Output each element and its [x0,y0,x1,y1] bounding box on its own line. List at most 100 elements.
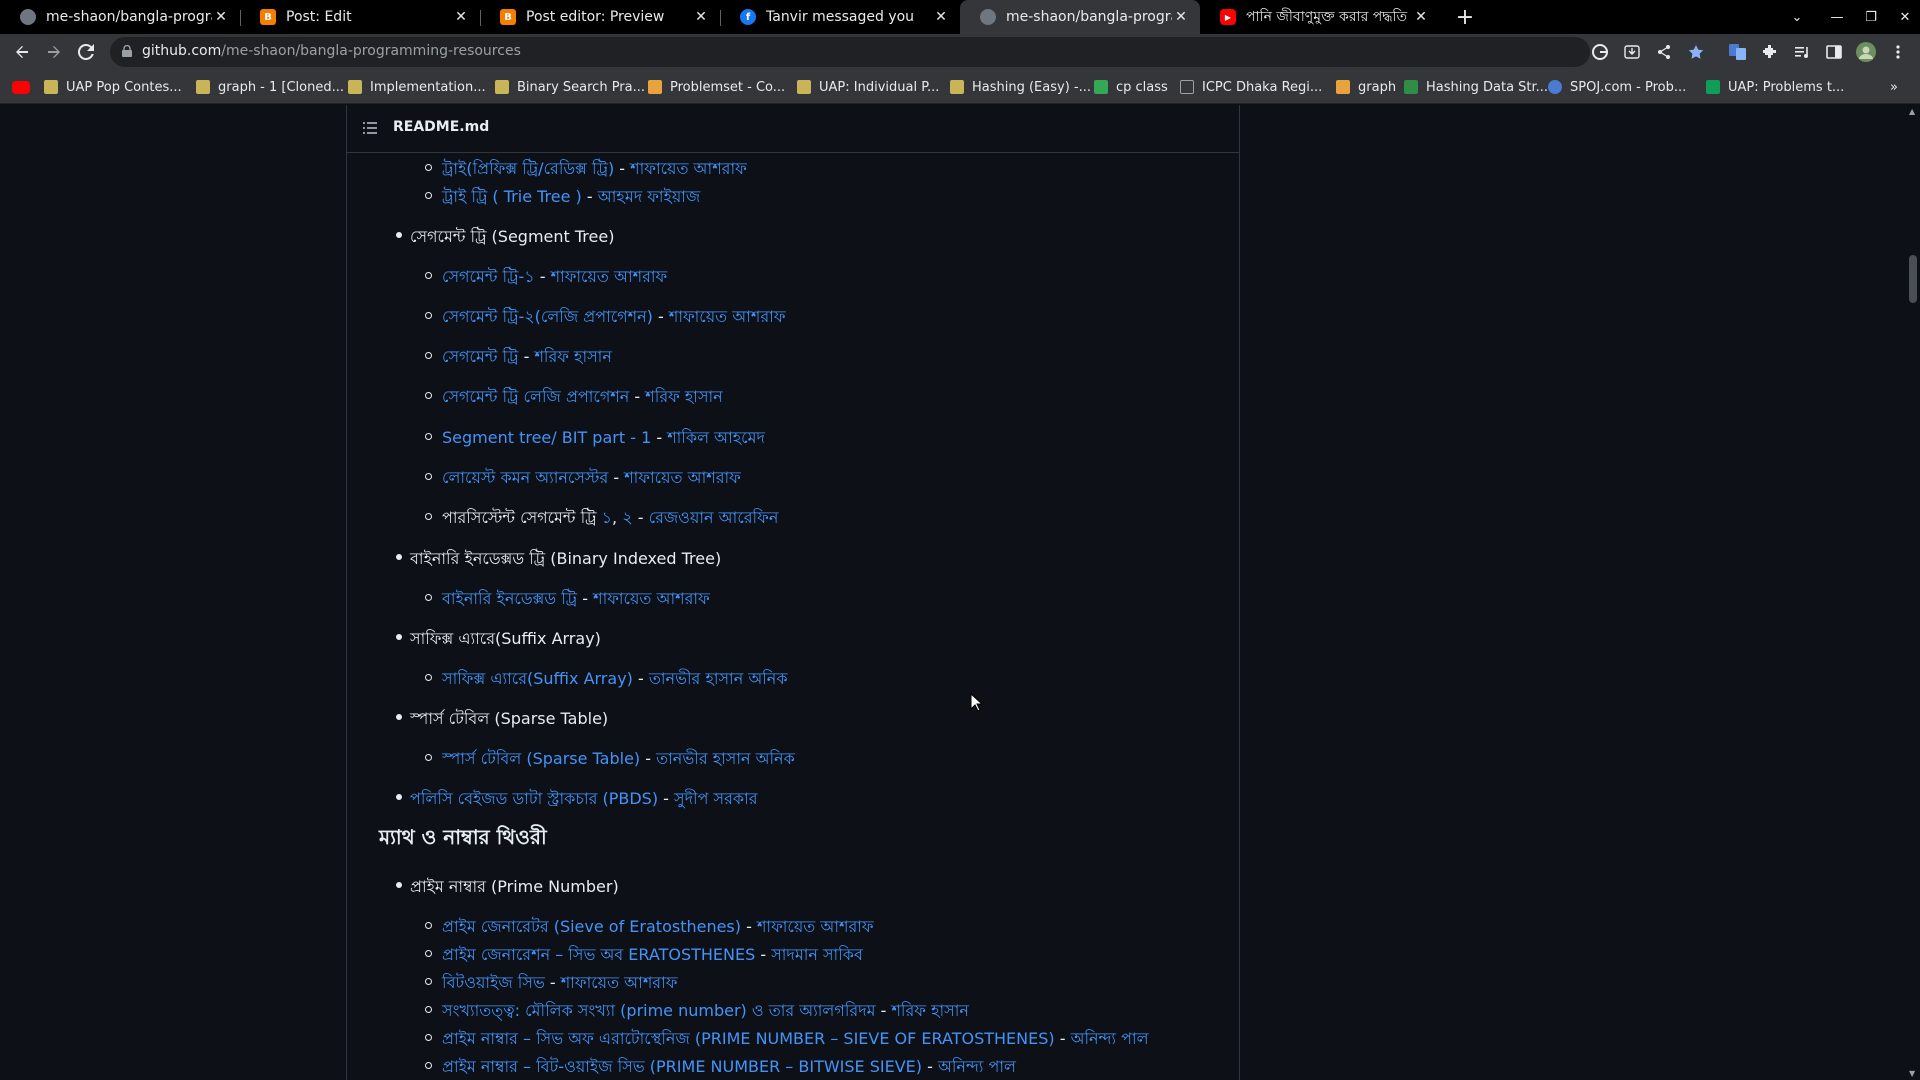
resource-link[interactable]: সেগমেন্ট ট্রি-১ [442,267,535,286]
bookmark-item[interactable]: Implementation... [348,78,486,96]
list-bullet [425,674,432,681]
dash-separator: - [629,387,646,406]
numbered-link[interactable]: ২ [622,508,632,527]
resource-link[interactable]: বাইনারি ইনডেক্সড ট্রি [442,589,577,608]
browser-tab[interactable]: B Post editor: Preview ✕ [480,0,720,34]
author-link[interactable]: শাফায়েত আশরাফ [757,917,874,936]
author-link[interactable]: শাফায়েত আশরাফ [630,159,747,178]
author-link[interactable]: শাফায়েত আশরাফ [624,468,741,487]
bookmark-item[interactable]: UAP Pop Contes... [44,78,182,96]
close-tab-icon[interactable]: ✕ [452,8,470,26]
chrome-menu-icon[interactable] [1888,42,1908,62]
dash-separator: - [544,973,561,992]
resource-link[interactable]: পলিসি বেইজড ডাটা স্ট্রাকচার (PBDS) [410,789,658,808]
author-link[interactable]: সুদীপ সরকার [674,789,758,808]
bookmarks-more-button[interactable]: » [1890,78,1898,96]
bookmark-item[interactable] [12,78,38,96]
bookmark-item[interactable]: Problemset - Co... [648,78,785,96]
close-tab-icon[interactable]: ✕ [692,8,710,26]
share-icon[interactable] [1654,42,1674,62]
translate-extension-icon[interactable] [1728,42,1748,62]
resource-link[interactable]: প্রাইম জেনারেটর (Sieve of Eratosthenes) [442,917,741,936]
scroll-thumb[interactable] [1909,255,1917,303]
restore-icon[interactable]: ❐ [1856,0,1886,34]
install-app-icon[interactable] [1622,42,1642,62]
forward-button[interactable] [40,38,68,66]
author-link[interactable]: রেজওয়ান আরেফিন [649,508,779,527]
author-link[interactable]: শরিফ হাসান [891,1001,968,1020]
tab-search-icon[interactable]: ⌄ [1782,0,1812,34]
tab-title: Post: Edit [286,9,352,25]
bookmark-item[interactable]: Hashing (Easy) -... [950,78,1091,96]
list-item: স্পার্স টেবিল (Sparse Table) - তানভীর হা… [442,746,795,773]
author-link[interactable]: তানভীর হাসান অনিক [649,669,788,688]
bookmark-star-icon[interactable] [1686,42,1706,62]
author-link[interactable]: তানভীর হাসান অনিক [656,749,795,768]
back-button[interactable] [8,38,36,66]
browser-tab[interactable]: ▶ পানি জীবাণুমুক্ত করার পদ্ধতি - ল্যাব ৫✕ [1200,0,1440,34]
google-icon[interactable] [1590,42,1610,62]
resource-link[interactable]: সাফিক্স এ্যারে(Suffix Array) [442,669,633,688]
resource-link[interactable]: লোয়েস্ট কমন অ্যানসেস্টর [442,468,608,487]
bookmark-item[interactable]: Binary Search Pra... [495,78,645,96]
resource-link[interactable]: ট্রাই ট্রি ( Trie Tree ) [442,187,582,206]
bookmark-item[interactable]: SPOJ.com - Prob... [1548,78,1686,96]
resource-link[interactable]: স্পার্স টেবিল (Sparse Table) [442,749,640,768]
resource-link[interactable]: বিটওয়াইজ সিভ [442,973,545,992]
resource-link[interactable]: সেগমেন্ট ট্রি লেজি প্রপাগেশন [442,387,629,406]
address-bar[interactable]: github.com/me-shaon/bangla-programming-r… [110,37,1590,67]
author-link[interactable]: শাফায়েত আশরাফ [593,589,710,608]
resource-link[interactable]: Segment tree/ BIT part - 1 [442,428,651,447]
bookmark-label: ICPC Dhaka Regi... [1202,79,1323,95]
tab-separator [240,10,241,26]
bookmark-item[interactable]: graph - 1 [Cloned... [196,78,344,96]
close-tab-icon[interactable]: ✕ [1412,8,1430,26]
resource-link[interactable]: প্রাইম নাম্বার – বিট-ওয়াইজ সিভ (PRIME N… [442,1057,922,1076]
bookmark-item[interactable]: UAP: Problems t... [1706,78,1844,96]
minimize-icon[interactable]: — [1822,0,1852,34]
resource-link[interactable]: সেগমেন্ট ট্রি [442,347,518,366]
author-link[interactable]: শাফায়েত আশরাফ [669,307,786,326]
extensions-puzzle-icon[interactable] [1760,42,1780,62]
browser-tab[interactable]: B Post: Edit ✕ [240,0,480,34]
bookmark-item[interactable]: ICPC Dhaka Regi... [1180,78,1322,96]
resource-link[interactable]: সেগমেন্ট ট্রি-২(লেজি প্রপাগেশন) [442,307,653,326]
close-window-icon[interactable]: ✕ [1890,0,1920,34]
bookmark-item[interactable]: graph [1336,78,1396,96]
author-link[interactable]: আহমদ ফাইয়াজ [598,187,700,206]
resource-link[interactable]: ট্রাই(প্রিফিক্স ট্রি/রেডিক্স ট্রি) [442,159,614,178]
side-panel-icon[interactable] [1824,42,1844,62]
resource-link[interactable]: প্রাইম জেনারেশন – সিভ অব ERATOSTHENES [442,945,755,964]
author-link[interactable]: শরিফ হাসান [645,387,722,406]
numbered-link[interactable]: ১ [602,508,612,527]
author-link[interactable]: অনিন্দ্য পাল [938,1057,1016,1076]
media-control-icon[interactable] [1792,42,1812,62]
list-bullet [396,794,402,800]
resource-link[interactable]: সংখ্যাতত্ত্ব: মৌলিক সংখ্যা (prime number… [442,1001,876,1020]
resource-link[interactable]: প্রাইম নাম্বার – সিভ অফ এরাটোস্থেনিজ (PR… [442,1029,1055,1048]
browser-tab[interactable]: me-shaon/bangla-programmi✕ [0,0,240,34]
close-tab-icon[interactable]: ✕ [1172,8,1190,26]
outline-list-icon[interactable] [363,122,377,134]
bookmark-item[interactable]: cp class [1094,78,1168,96]
browser-tab[interactable]: me-shaon/bangla-programmi✕ [960,0,1200,34]
scroll-up-icon[interactable]: ▲ [1909,107,1915,116]
profile-avatar-icon[interactable] [1856,42,1876,62]
sheet-icon [1706,80,1720,94]
close-tab-icon[interactable]: ✕ [932,8,950,26]
page-scrollbar[interactable]: ▲ ▼ [1906,105,1920,1080]
author-link[interactable]: অনিন্দ্য পাল [1071,1029,1149,1048]
browser-tab[interactable]: f Tanvir messaged you ✕ [720,0,960,34]
author-link[interactable]: শাকিল আহমেদ [667,428,765,447]
new-tab-button[interactable]: + [1450,0,1480,34]
list-bullet [425,754,432,761]
author-link[interactable]: শাফায়েত আশরাফ [551,267,668,286]
author-link[interactable]: শরিফ হাসান [534,347,611,366]
scroll-down-icon[interactable]: ▼ [1909,1069,1915,1078]
bookmark-item[interactable]: UAP: Individual P... [797,78,939,96]
bookmark-item[interactable]: Hashing Data Str... [1404,78,1548,96]
author-link[interactable]: সাদমান সাকিব [771,945,863,964]
reload-button[interactable] [72,38,100,66]
close-tab-icon[interactable]: ✕ [212,8,230,26]
author-link[interactable]: শাফায়েত আশরাফ [561,973,678,992]
